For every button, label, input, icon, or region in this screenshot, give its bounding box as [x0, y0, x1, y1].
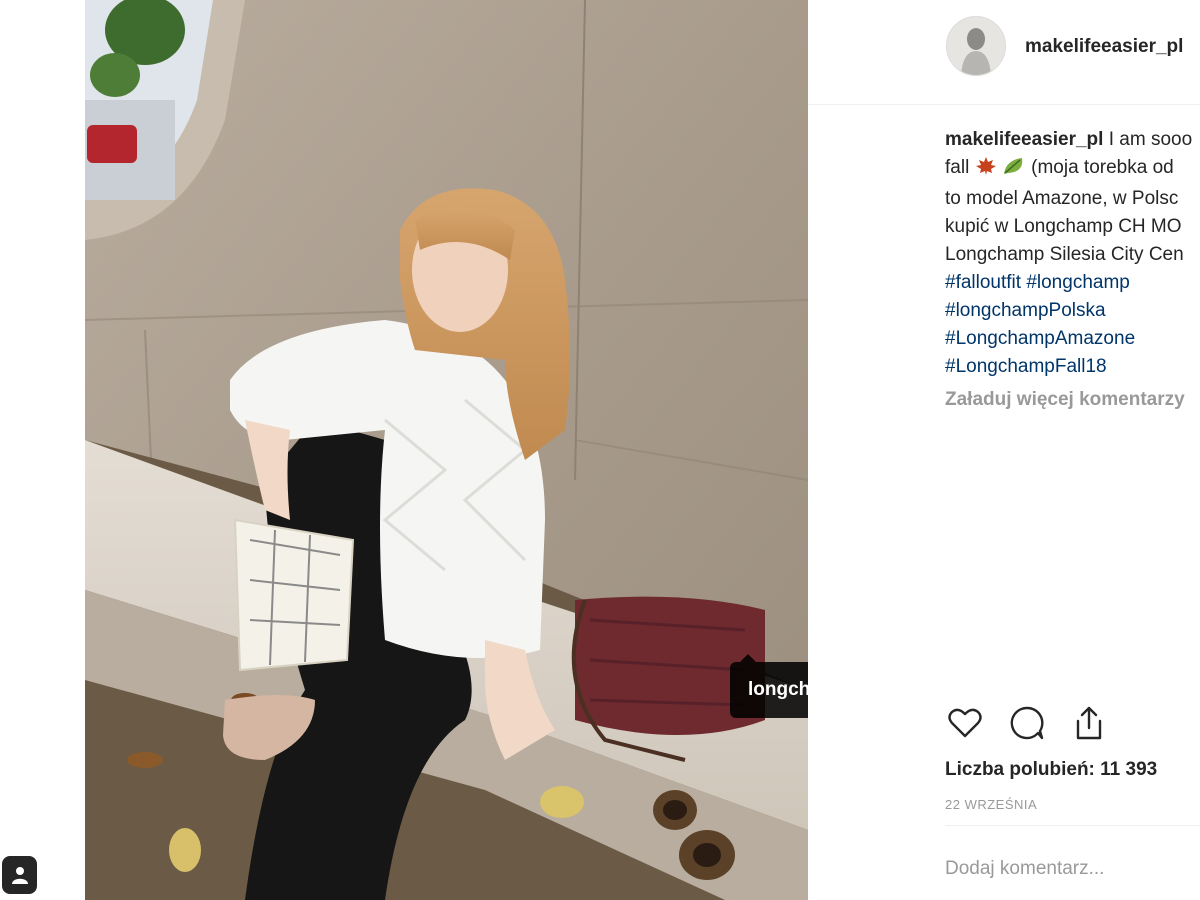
- post-date[interactable]: 22 WRZEŚNIA: [945, 797, 1037, 812]
- load-more-comments-button[interactable]: Załaduj więcej komentarzy: [945, 389, 1185, 411]
- avatar[interactable]: [946, 16, 1006, 76]
- caption-line-3: (moja torebka od: [1025, 157, 1174, 178]
- comment-icon[interactable]: [1007, 703, 1047, 745]
- comment-input[interactable]: [945, 852, 1195, 886]
- left-margin: [0, 0, 85, 900]
- hashtag-line-3[interactable]: #LongchampAmazone: [945, 325, 1200, 353]
- hashtag-line-1[interactable]: #falloutfit #longchamp: [945, 269, 1200, 297]
- caption-line-4: to model Amazone, w Polsc: [945, 188, 1179, 209]
- caption-line-2: fall: [945, 157, 970, 178]
- product-tag-label: longchamp: [748, 679, 808, 700]
- caption: makelifeeasier_pl I am sooo fall (moja t…: [945, 126, 1200, 381]
- hashtag-line-4[interactable]: #LongchampFall18: [945, 353, 1200, 381]
- tagged-user-icon[interactable]: [2, 856, 37, 894]
- post-photo[interactable]: longchamp: [85, 0, 808, 900]
- likes-count[interactable]: Liczba polubień: 11 393: [945, 759, 1157, 781]
- caption-line-6: Longchamp Silesia City Cen: [945, 244, 1184, 265]
- product-tag[interactable]: longchamp: [730, 654, 808, 718]
- username-link[interactable]: makelifeeasier_pl: [1025, 36, 1183, 58]
- share-icon[interactable]: [1069, 703, 1109, 745]
- caption-line-1: I am sooo: [1103, 129, 1193, 150]
- hashtag-line-2[interactable]: #longchampPolska: [945, 297, 1200, 325]
- post-header: makelifeeasier_pl: [808, 0, 1200, 105]
- maple-leaf-emoji: [975, 156, 997, 185]
- heart-icon[interactable]: [945, 703, 985, 745]
- caption-line-5: kupić w Longchamp CH MO: [945, 216, 1182, 237]
- post-side-panel: makelifeeasier_pl makelifeeasier_pl I am…: [808, 0, 1200, 900]
- leaf-emoji: [1002, 156, 1026, 185]
- divider: [945, 825, 1200, 826]
- caption-username[interactable]: makelifeeasier_pl: [945, 129, 1103, 150]
- post-actions: [945, 703, 1109, 745]
